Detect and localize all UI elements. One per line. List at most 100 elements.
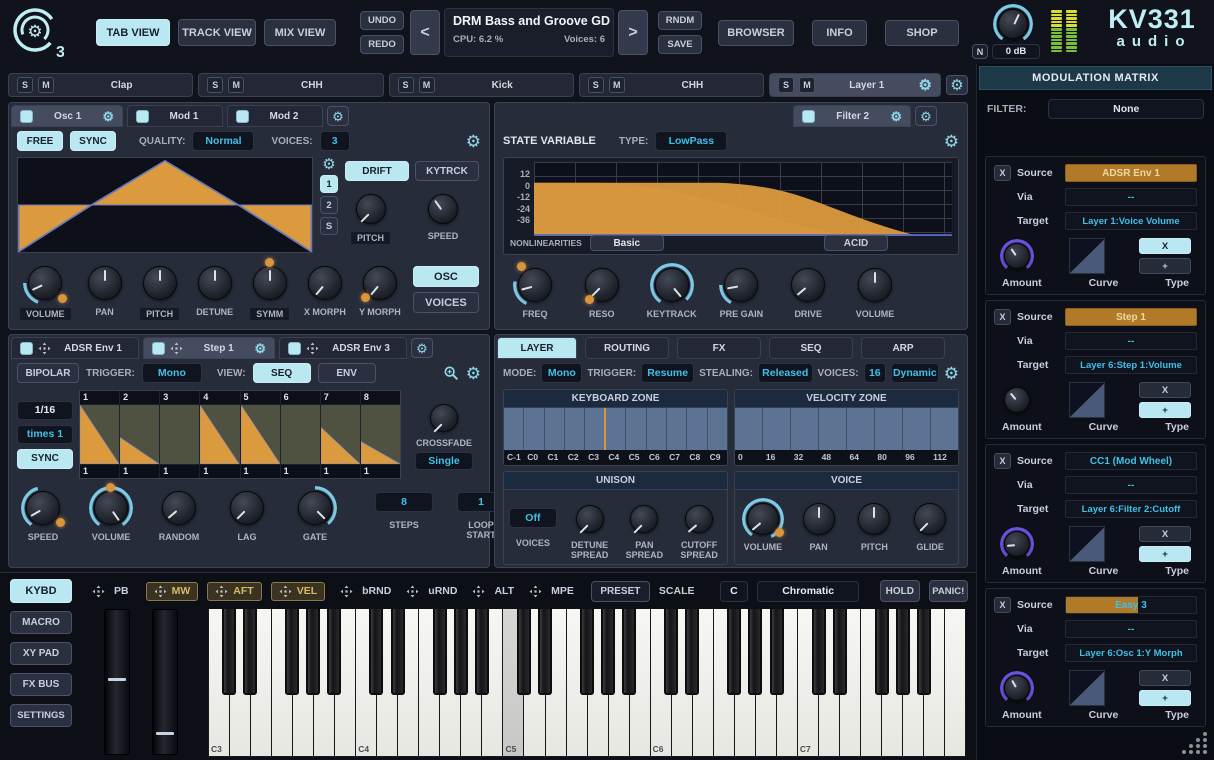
nonlinearities-select[interactable]: Basic	[590, 235, 664, 251]
black-key[interactable]	[222, 609, 236, 695]
mode-select[interactable]: Mono	[541, 363, 582, 383]
black-key[interactable]	[685, 609, 699, 695]
mod-type-plus-button[interactable]: +	[1139, 690, 1191, 706]
drift-pitch-knob[interactable]	[351, 189, 391, 229]
osc-voices-value[interactable]: 3	[320, 131, 350, 151]
mod-target-select[interactable]: Layer 1:Voice Volume	[1065, 212, 1197, 230]
voice-volume-knob[interactable]	[742, 498, 784, 540]
pb-label[interactable]: PB	[114, 585, 129, 597]
step-column[interactable]: 61	[281, 391, 321, 478]
mod-curve-button[interactable]	[1069, 526, 1105, 562]
step1-enable-checkbox[interactable]	[152, 342, 165, 355]
mod-target-select[interactable]: Layer 6:Osc 1:Y Morph	[1065, 644, 1197, 662]
mute-button[interactable]: M	[799, 77, 815, 93]
step-speed-knob[interactable]	[21, 486, 65, 530]
black-key[interactable]	[454, 609, 468, 695]
mod-type-x-button[interactable]: X	[1139, 670, 1191, 686]
filter-gear-button[interactable]: ⚙	[915, 106, 937, 126]
black-key[interactable]	[917, 609, 931, 695]
solo-button[interactable]: S	[588, 77, 604, 93]
black-key[interactable]	[812, 609, 826, 695]
filter-type-select[interactable]: LowPass	[655, 131, 727, 151]
steps-count-value[interactable]: 8	[375, 492, 433, 512]
black-key[interactable]	[580, 609, 594, 695]
cutoff-spread-knob[interactable]	[680, 500, 718, 538]
black-key[interactable]	[833, 609, 847, 695]
kytrck-button[interactable]: KYTRCK	[415, 161, 479, 181]
scale-type-select[interactable]: Chromatic	[757, 581, 859, 602]
move-icon[interactable]	[92, 585, 105, 598]
layer-tab-layer1[interactable]: S M Layer 1 ⚙	[769, 73, 941, 97]
mod-curve-button[interactable]	[1069, 382, 1105, 418]
layer-tab-clap[interactable]: S M Clap	[8, 73, 193, 97]
mod-type-plus-button[interactable]: +	[1139, 258, 1191, 274]
tab-arp[interactable]: ARP	[861, 337, 945, 359]
voices-mode-select[interactable]: Dynamic	[891, 363, 939, 383]
shop-button[interactable]: SHOP	[885, 20, 959, 46]
panic-button[interactable]: PANIC!	[929, 580, 968, 602]
step-rate-select[interactable]: 1/16	[17, 401, 73, 420]
filter-drive-knob[interactable]	[786, 263, 830, 307]
filter-volume-knob[interactable]	[853, 263, 897, 307]
black-key[interactable]	[770, 609, 784, 695]
mod-source-select[interactable]: ADSR Env 1	[1065, 164, 1197, 182]
mod-curve-button[interactable]	[1069, 238, 1105, 274]
acid-button[interactable]: ACID	[824, 235, 888, 251]
mw-control[interactable]: MW	[146, 582, 199, 601]
mute-button[interactable]: M	[419, 77, 435, 93]
tab-adsr-env3[interactable]: ADSR Env 3	[279, 337, 407, 359]
mute-button[interactable]: M	[609, 77, 625, 93]
step-times-select[interactable]: times 1	[17, 425, 73, 444]
filter-curve-plot[interactable]	[534, 162, 952, 236]
move-icon[interactable]	[279, 585, 292, 598]
step-lag-knob[interactable]	[225, 486, 269, 530]
unison-voices-select[interactable]: Off	[509, 508, 557, 528]
step-grid[interactable]: 1121314151617181	[79, 390, 401, 479]
detune-spread-knob[interactable]	[571, 500, 609, 538]
wave-select-2-button[interactable]: 2	[320, 196, 338, 214]
mpe-label[interactable]: MPE	[551, 585, 574, 597]
filter-freq-knob[interactable]	[513, 263, 557, 307]
zoom-icon[interactable]	[443, 365, 459, 381]
tab-fx[interactable]: FX	[677, 337, 761, 359]
voice-pitch-knob[interactable]	[853, 498, 895, 540]
tab-layer[interactable]: LAYER	[497, 337, 577, 359]
xy-pad-button[interactable]: XY PAD	[10, 642, 72, 665]
scale-key-select[interactable]: C	[720, 581, 749, 602]
step-column[interactable]: 11	[80, 391, 120, 478]
move-icon[interactable]	[306, 342, 319, 355]
mod-type-x-button[interactable]: X	[1139, 382, 1191, 398]
mod-via-select[interactable]: --	[1065, 332, 1197, 350]
osc-xmorph-knob[interactable]	[303, 261, 347, 305]
mix-view-button[interactable]: MIX VIEW	[264, 19, 336, 46]
solo-button[interactable]: S	[207, 77, 223, 93]
step-sync-button[interactable]: SYNC	[17, 449, 73, 469]
next-preset-button[interactable]: >	[618, 10, 648, 55]
drift-speed-knob[interactable]	[423, 189, 463, 229]
tab-view-button[interactable]: TAB VIEW	[96, 19, 170, 46]
osc-ymorph-knob[interactable]	[358, 261, 402, 305]
aft-control[interactable]: AFT	[207, 582, 261, 601]
macro-button[interactable]: MACRO	[10, 611, 72, 634]
step-column[interactable]: 21	[120, 391, 160, 478]
step-gate-knob[interactable]	[293, 486, 337, 530]
filter-reso-knob[interactable]	[580, 263, 624, 307]
step-volume-knob[interactable]	[89, 486, 133, 530]
env-view-button[interactable]: ENV	[318, 363, 376, 383]
move-icon[interactable]	[340, 585, 353, 598]
preset-display[interactable]: DRM Bass and Groove GD CPU: 6.2 % Voices…	[444, 8, 614, 57]
bipolar-button[interactable]: BIPOLAR	[17, 363, 79, 383]
mod-amount-knob[interactable]	[1000, 239, 1034, 273]
black-key[interactable]	[727, 609, 741, 695]
mute-button[interactable]: M	[228, 77, 244, 93]
stealing-select[interactable]: Released	[758, 363, 813, 383]
remove-slot-button[interactable]: X	[994, 165, 1011, 181]
mod-via-select[interactable]: --	[1065, 188, 1197, 206]
mod-target-select[interactable]: Layer 6:Filter 2:Cutoff	[1065, 500, 1197, 518]
track-view-button[interactable]: TRACK VIEW	[178, 19, 256, 46]
black-key[interactable]	[306, 609, 320, 695]
move-icon[interactable]	[154, 585, 167, 598]
layer-trigger-select[interactable]: Resume	[641, 363, 694, 383]
black-key[interactable]	[538, 609, 552, 695]
mod-amount-knob[interactable]	[1000, 383, 1034, 417]
